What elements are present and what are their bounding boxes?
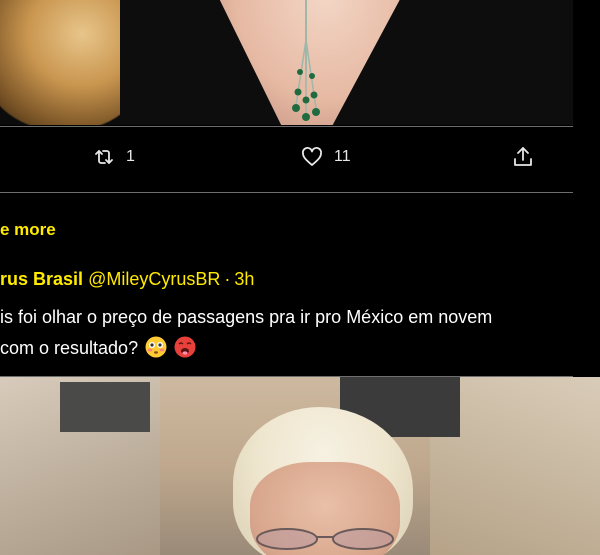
quoted-display-name[interactable]: rus Brasil — [0, 269, 83, 289]
retweet-button[interactable]: 1 — [92, 145, 135, 169]
quoted-text-line2: com o resultado? — [0, 338, 139, 358]
divider — [0, 192, 573, 193]
glasses-graphic — [256, 528, 394, 550]
hot-face-emoji — [174, 336, 196, 358]
retweet-icon — [95, 150, 113, 164]
like-button[interactable]: 11 — [300, 145, 351, 169]
quoted-tweet-media[interactable] — [0, 377, 600, 555]
quoted-tweet-header[interactable]: rus Brasil @MileyCyrusBR · 3h — [0, 269, 254, 290]
quoted-handle[interactable]: @MileyCyrusBR — [88, 269, 220, 289]
quoted-text-line2-wrap: com o resultado? — [0, 333, 600, 364]
flushed-face-emoji — [145, 336, 167, 358]
quoted-tweet-text: is foi olhar o preço de passagens pra ir… — [0, 302, 600, 364]
tweet-media-top[interactable] — [0, 0, 573, 125]
heart-icon — [302, 147, 322, 166]
retweet-count: 1 — [126, 148, 135, 165]
share-icon — [514, 147, 532, 166]
quoted-text-line1: is foi olhar o preço de passagens pra ir… — [0, 307, 493, 327]
photo-background — [60, 382, 150, 432]
quoted-time[interactable]: 3h — [234, 269, 254, 289]
like-count: 11 — [334, 148, 351, 165]
necklace-graphic — [292, 0, 320, 121]
share-button[interactable] — [511, 145, 535, 169]
tweet-action-bar: 1 11 — [0, 127, 573, 191]
quoted-separator: · — [224, 269, 231, 289]
show-more-link[interactable]: e more — [0, 220, 56, 240]
